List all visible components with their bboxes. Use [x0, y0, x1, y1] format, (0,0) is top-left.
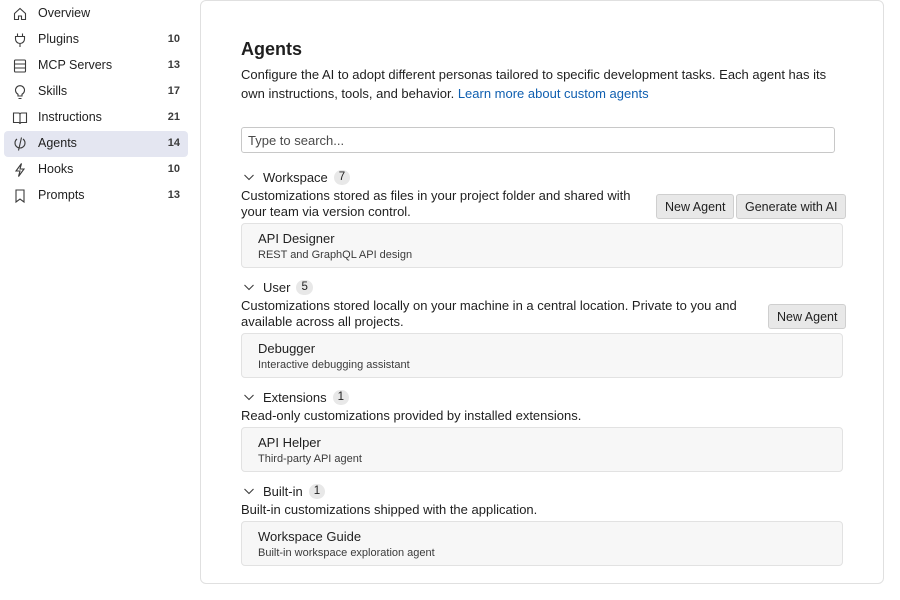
lightbulb-icon [12, 84, 28, 100]
agent-icon [12, 136, 28, 152]
page-title: Agents [241, 39, 303, 59]
learn-more-link[interactable]: Learn more about custom agents [458, 86, 649, 101]
sidebar-item-count: 17 [167, 85, 180, 97]
chevron-down-icon [244, 488, 254, 495]
bookmark-icon [12, 188, 28, 204]
search-input[interactable] [241, 127, 835, 153]
section-title: Built-in [263, 483, 303, 499]
sidebar-item-skills[interactable]: Skills 17 [4, 79, 188, 105]
section-built-in-header[interactable]: Built-in 1 [241, 482, 326, 500]
section-title: Workspace [263, 169, 328, 185]
section-count-badge: 1 [332, 389, 349, 405]
lightning-icon [12, 162, 28, 178]
sidebar-item-label: Skills [38, 84, 68, 98]
agent-name: API Designer [258, 231, 335, 246]
section-description: Customizations stored locally on your ma… [241, 298, 737, 329]
sidebar-item-count: 14 [167, 137, 180, 149]
sidebar-item-agents[interactable]: Agents 14 [4, 131, 188, 157]
agent-description: Third-party API agent [258, 453, 362, 465]
section-title: Extensions [263, 389, 327, 405]
agent-name: Workspace Guide [258, 529, 362, 544]
sidebar-item-label: Agents [38, 136, 77, 150]
section-description: Read-only customizations provided by ins… [241, 408, 582, 423]
sidebar-item-plugins[interactable]: Plugins 10 [4, 27, 188, 53]
chevron-down-icon [244, 394, 254, 401]
agent-description: REST and GraphQL API design [258, 249, 413, 261]
sidebar-item-count: 10 [167, 163, 180, 175]
section-user-header[interactable]: User 5 [241, 278, 313, 296]
sidebar-item-count: 13 [167, 59, 180, 71]
agent-description: Interactive debugging assistant [258, 359, 410, 371]
section-description: Customizations stored as files in your p… [241, 188, 631, 219]
new-agent-button[interactable]: New Agent [656, 194, 735, 219]
sidebar-item-label: Hooks [38, 162, 74, 176]
sidebar-item-mcp-servers[interactable]: MCP Servers 13 [4, 53, 188, 79]
home-icon [12, 6, 28, 22]
section-title: User [263, 279, 291, 295]
sidebar-item-label: Overview [38, 6, 91, 20]
sidebar-item-label: Instructions [38, 110, 102, 124]
section-extensions-header[interactable]: Extensions 1 [241, 388, 349, 406]
sidebar-item-overview[interactable]: Overview [4, 1, 188, 27]
sidebar-item-label: Plugins [38, 32, 79, 46]
sidebar-item-instructions[interactable]: Instructions 21 [4, 105, 188, 131]
agent-card[interactable]: Debugger Interactive debugging assistant [241, 333, 843, 378]
section-description: Built-in customizations shipped with the… [241, 502, 538, 517]
plug-icon [12, 32, 28, 48]
sidebar-item-hooks[interactable]: Hooks 10 [4, 157, 188, 183]
agent-card[interactable]: Workspace Guide Built-in workspace explo… [241, 521, 843, 566]
chevron-down-icon [244, 174, 254, 181]
section-count-badge: 7 [333, 169, 351, 185]
agent-card[interactable]: API Helper Third-party API agent [241, 427, 843, 472]
sidebar-item-count: 13 [167, 189, 180, 201]
section-count-badge: 5 [296, 279, 313, 295]
agent-name: API Helper [258, 435, 321, 450]
section-count-badge: 1 [308, 483, 326, 499]
agent-description: Built-in workspace exploration agent [258, 547, 435, 559]
section-workspace-header[interactable]: Workspace 7 [241, 168, 351, 186]
agent-name: Debugger [258, 341, 316, 356]
new-agent-button[interactable]: New Agent [768, 304, 847, 329]
sidebar-item-count: 10 [167, 33, 180, 45]
sidebar-item-count: 21 [167, 111, 180, 123]
main-panel: Agents Configure the AI to adopt differe… [200, 0, 884, 584]
sidebar-item-label: MCP Servers [38, 58, 113, 72]
page-description: Configure the AI to adopt different pers… [241, 65, 841, 103]
book-icon [12, 110, 28, 126]
sidebar-item-prompts[interactable]: Prompts 13 [4, 183, 188, 209]
server-icon [12, 58, 28, 74]
generate-with-ai-button[interactable]: Generate with AI [736, 194, 847, 219]
chevron-down-icon [244, 284, 254, 291]
app-window: Overview Plugins 10 MCP Servers 13 Skill… [0, 0, 900, 600]
sidebar: Overview Plugins 10 MCP Servers 13 Skill… [0, 0, 196, 600]
agent-card[interactable]: API Designer REST and GraphQL API design [241, 223, 843, 268]
sidebar-item-label: Prompts [38, 188, 85, 202]
